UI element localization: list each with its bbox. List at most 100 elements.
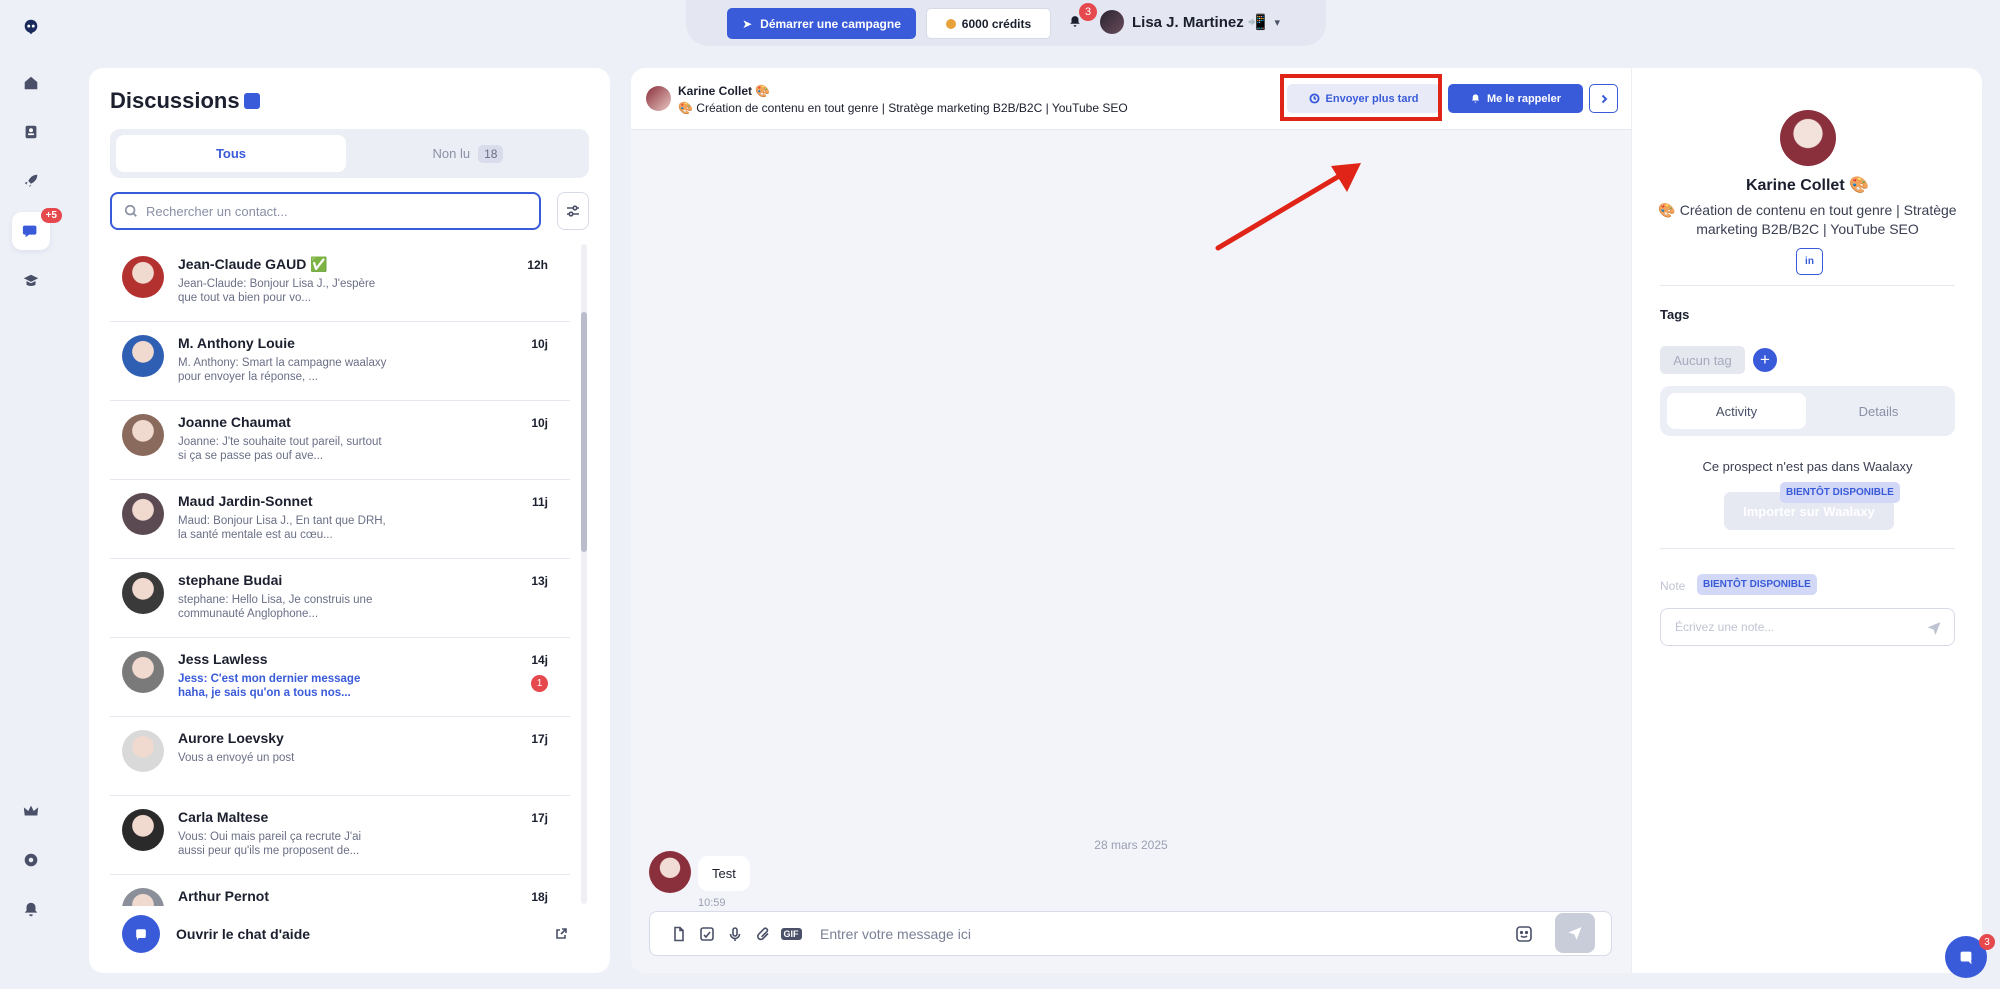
tab-details[interactable]: Details [1809, 393, 1948, 429]
conversation-row[interactable]: Jean-Claude GAUD ✅ 12h Jean-Claude: Bonjou… [110, 244, 570, 322]
profile-panel: Karine Collet 🎨 🎨 Création de contenu en… [1631, 68, 1982, 973]
notifications-badge: 3 [1079, 3, 1097, 21]
message-bubble: Test [698, 856, 750, 891]
profile-name: Karine Collet 🎨 [1745, 177, 1870, 194]
message-preview: Vous: Oui mais pareil ça recrute J'ai au… [178, 831, 362, 857]
note-label: Note [1660, 579, 1686, 593]
conversation-row[interactable]: Jess Lawless 14j Jess: C'est mon dernier m… [110, 639, 570, 717]
message-preview: Vous a envoyé un post [178, 752, 295, 764]
filter-button[interactable] [557, 192, 589, 230]
send-later-label: Envoyer plus tard [1325, 92, 1419, 105]
search-input[interactable] [146, 203, 526, 219]
message-time: 14j [531, 653, 548, 667]
conversation-row[interactable]: Aurore Loevsky 17j Vous a envoyé un post [110, 718, 570, 796]
intercom-badge: 3 [1979, 934, 1995, 950]
user-menu[interactable]: Lisa J. Martinez 📲 ▾ [1100, 10, 1280, 34]
linkedin-icon[interactable]: in [1796, 248, 1823, 275]
tab-all[interactable]: Tous [116, 135, 346, 172]
note-input[interactable] [1675, 620, 1915, 634]
start-campaign-button[interactable]: ➤ Démarrer une campagne [727, 8, 916, 39]
conversation-list: Jean-Claude GAUD ✅ 12h Jean-Claude: Bonjou… [110, 244, 570, 906]
contact-name: Aurore Loevsky [178, 730, 284, 746]
clock-icon [1308, 93, 1320, 104]
coming-soon-badge: BIENTÔT DISPONIBLE [1780, 482, 1900, 503]
message-time: 12h [527, 258, 548, 272]
send-button[interactable] [1555, 913, 1595, 953]
conversation-row[interactable]: Arthur Pernot 18j [110, 876, 570, 906]
attachment-icon[interactable] [754, 925, 772, 943]
tab-unread-label: Non lu [432, 146, 471, 161]
note-coming-soon-badge: BIENTÔT DISPONIBLE [1697, 574, 1817, 595]
contact-avatar [122, 809, 164, 851]
message-time: 17j [531, 732, 548, 746]
crown-icon[interactable] [12, 792, 50, 830]
contact-name[interactable]: Karine Collet 🎨 [678, 84, 770, 98]
contact-name: Arthur Pernot [178, 888, 269, 904]
rocket-icon[interactable] [12, 162, 50, 200]
chat-header: Karine Collet 🎨 🎨 Création de contenu en… [631, 68, 1631, 130]
message-input[interactable] [820, 925, 1520, 942]
note-field [1660, 608, 1955, 646]
tab-activity[interactable]: Activity [1667, 393, 1806, 429]
message-preview: Joanne: J'te souhaite tout pareil, surto… [178, 436, 382, 462]
conversation-row[interactable]: M. Anthony Louie 10j M. Anthony: Smart la … [110, 323, 570, 401]
contact-name: M. Anthony Louie [178, 335, 295, 351]
contact-headline: 🎨 Création de contenu en tout genre | St… [678, 101, 1128, 115]
message-preview: stephane: Hello Lisa, Je construis une c… [178, 594, 373, 620]
conversation-row[interactable]: Joanne Chaumat 10j Joanne: J'te souhaite t… [110, 402, 570, 480]
discussions-filter-tabs: Tous Non lu 18 [110, 129, 589, 178]
left-rail: +5 [0, 0, 62, 989]
message-composer: GIF [649, 911, 1612, 956]
conversation-row[interactable]: stephane Budai 13j stephane: Hello Lisa, J… [110, 560, 570, 638]
contact-name: Joanne Chaumat [178, 414, 291, 430]
add-tag-button[interactable]: + [1753, 348, 1777, 372]
document-icon[interactable] [670, 925, 688, 943]
message-time: 10j [531, 416, 548, 430]
contact-avatar [122, 651, 164, 693]
tab-unread[interactable]: Non lu 18 [353, 135, 583, 172]
message-avatar [649, 851, 691, 893]
user-name: Lisa J. Martinez 📲 [1132, 14, 1267, 31]
credits-button[interactable]: 6000 crédits [926, 8, 1051, 39]
message-time: 10:59 [698, 897, 726, 909]
unread-badge: 1 [531, 675, 548, 692]
contact-name: Maud Jardin-Sonnet [178, 493, 313, 509]
toggle-profile-button[interactable] [1589, 84, 1618, 113]
template-icon[interactable] [698, 925, 716, 943]
notification-bell-icon[interactable] [12, 890, 50, 928]
logo-icon[interactable] [12, 8, 50, 46]
tab-all-label: Tous [215, 146, 247, 161]
help-chat-label: Ouvrir le chat d'aide [176, 926, 311, 942]
contact-avatar[interactable] [646, 86, 671, 111]
message-time: 18j [531, 890, 548, 904]
send-later-button[interactable]: Envoyer plus tard [1287, 84, 1440, 113]
profile-bio: 🎨 Création de contenu en tout genre | St… [1658, 202, 1957, 237]
emoji-icon[interactable] [1515, 925, 1533, 943]
coin-icon [945, 18, 956, 29]
chat-panel: Karine Collet 🎨 🎨 Création de contenu en… [631, 68, 1631, 973]
conversation-row[interactable]: Maud Jardin-Sonnet 11j Maud: Bonjour Lisa … [110, 481, 570, 559]
contact-name: Carla Maltese [178, 809, 269, 825]
compose-icon[interactable] [244, 93, 260, 109]
contact-name: Jean-Claude GAUD ✅ [178, 256, 328, 272]
profile-avatar [1780, 110, 1836, 166]
settings-icon[interactable] [12, 841, 50, 879]
message-time: 10j [531, 337, 548, 351]
external-link-icon [555, 927, 567, 939]
message-preview: Maud: Bonjour Lisa J., En tant que DRH, … [178, 515, 386, 541]
microphone-icon[interactable] [726, 925, 744, 943]
help-chat-link[interactable]: Ouvrir le chat d'aide [110, 910, 589, 958]
conversation-scrollbar[interactable] [581, 244, 587, 904]
remind-me-button[interactable]: Me le rappeler [1448, 84, 1583, 113]
scrollbar-thumb[interactable] [581, 312, 587, 552]
annotation-arrow [1215, 163, 1361, 251]
send-note-icon[interactable] [1926, 620, 1942, 636]
contacts-icon[interactable] [12, 113, 50, 151]
academy-icon[interactable] [12, 262, 50, 300]
messages-icon[interactable]: +5 [12, 208, 62, 250]
conversation-row[interactable]: Carla Maltese 17j Vous: Oui mais pareil ça… [110, 797, 570, 875]
gif-icon[interactable]: GIF [780, 925, 802, 943]
unread-count-badge: 18 [478, 144, 504, 163]
gif-label: GIF [780, 927, 802, 940]
home-icon[interactable] [12, 64, 50, 102]
